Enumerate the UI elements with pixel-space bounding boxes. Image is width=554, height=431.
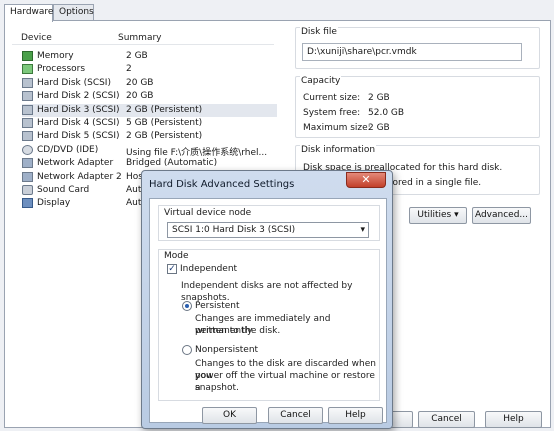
utilities-button[interactable]: Utilities ▾	[409, 207, 467, 224]
device-row[interactable]: Hard Disk 3 (SCSI) 2 GB (Persistent)	[22, 103, 277, 117]
device-name: Memory	[37, 51, 74, 61]
memory-icon	[22, 51, 33, 61]
tab-label: Hardware	[10, 7, 54, 17]
disk-file-field[interactable]: D:\xuniji\share\pcr.vmdk	[302, 43, 522, 61]
summary-column-header[interactable]: Summary	[118, 33, 162, 43]
help-button[interactable]: Help	[328, 407, 383, 424]
device-summary: 2 GB (Persistent)	[126, 104, 203, 115]
ok-button[interactable]: OK	[202, 407, 257, 424]
close-icon[interactable]: ✕	[346, 172, 386, 188]
device-name: Hard Disk 2 (SCSI)	[37, 91, 120, 102]
nonpersistent-label[interactable]: Nonpersistent	[195, 345, 258, 355]
device-name: Hard Disk 4 (SCSI)	[37, 118, 120, 128]
device-row[interactable]: Network Adapter Bridged (Automatic)	[22, 157, 277, 170]
virtual-device-node-group: Virtual device node SCSI 1:0 Hard Disk 3…	[158, 205, 380, 241]
device-row[interactable]: Hard Disk 5 (SCSI) 2 GB (Persistent)	[22, 130, 277, 143]
group-title: Capacity	[300, 76, 342, 86]
current-size-value: 2 GB	[368, 93, 390, 103]
device-row[interactable]: Hard Disk 4 (SCSI) 5 GB (Persistent)	[22, 117, 277, 130]
sound-card-icon	[22, 185, 33, 195]
tab-options[interactable]: Options	[53, 4, 94, 21]
persistent-description-2: written to the disk.	[195, 326, 281, 336]
device-summary: 20 GB	[126, 91, 154, 102]
group-title: Virtual device node	[164, 208, 252, 218]
device-name: Hard Disk 3 (SCSI)	[37, 104, 120, 115]
cancel-button[interactable]: Cancel	[268, 407, 323, 424]
device-summary: 2	[126, 64, 132, 75]
virtual-device-node-select[interactable]: SCSI 1:0 Hard Disk 3 (SCSI) ▾	[167, 222, 369, 238]
persistent-radio[interactable]	[182, 301, 192, 311]
device-name: Hard Disk (SCSI)	[37, 77, 111, 88]
maximum-size-label: Maximum size:	[303, 123, 371, 133]
utilities-label: Utilities	[417, 210, 452, 220]
maximum-size-value: 2 GB	[368, 123, 390, 133]
mode-group: Mode ✓ Independent Independent disks are…	[158, 249, 380, 401]
independent-checkbox[interactable]: ✓	[167, 264, 177, 274]
nonpersistent-radio[interactable]	[182, 345, 192, 355]
device-name: Hard Disk 5 (SCSI)	[37, 131, 120, 142]
device-summary: Bridged (Automatic)	[126, 158, 218, 169]
group-title: Disk file	[300, 27, 338, 37]
device-row[interactable]: Memory 2 GB	[22, 50, 277, 63]
hard-disk-icon	[22, 91, 33, 102]
dialog-body: Virtual device node SCSI 1:0 Hard Disk 3…	[149, 198, 387, 424]
tab-label: Options	[59, 7, 94, 17]
device-summary: 20 GB	[126, 77, 154, 88]
advanced-button[interactable]: Advanced...	[472, 207, 531, 224]
system-free-label: System free:	[303, 108, 361, 118]
disk-file-group: Disk file D:\xuniji\share\pcr.vmdk	[295, 27, 540, 69]
network-adapter-icon	[22, 171, 33, 182]
disk-info-line-2: tored in a single file.	[389, 178, 482, 188]
device-row[interactable]: Hard Disk (SCSI) 20 GB	[22, 77, 277, 90]
device-summary: Using file F:\介质\操作系统\rhel...	[126, 147, 268, 158]
system-free-value: 52.0 GB	[368, 108, 405, 118]
device-name: CD/DVD (IDE)	[37, 144, 99, 155]
device-column-header[interactable]: Device	[21, 33, 52, 43]
device-name: Network Adapter 2	[37, 171, 122, 182]
network-adapter-icon	[22, 158, 33, 169]
cd-dvd-icon	[22, 144, 33, 155]
device-name: Processors	[37, 64, 86, 75]
header-divider	[12, 44, 274, 45]
capacity-group: Capacity Current size: 2 GB System free:…	[295, 76, 540, 138]
hard-disk-icon	[22, 104, 33, 115]
device-row[interactable]: Processors 2	[22, 63, 277, 76]
dropdown-arrow-icon: ▾	[454, 210, 459, 220]
hard-disk-icon	[22, 131, 33, 142]
device-name: Display	[37, 198, 71, 209]
hard-disk-advanced-settings-dialog: Hard Disk Advanced Settings ✕ Virtual de…	[141, 170, 393, 429]
device-name: Network Adapter	[37, 158, 114, 169]
selected-value: SCSI 1:0 Hard Disk 3 (SCSI)	[172, 225, 296, 235]
group-title: Disk information	[300, 145, 377, 155]
independent-label[interactable]: Independent	[180, 264, 237, 274]
device-summary: 2 GB	[126, 51, 148, 61]
nonpersistent-description-3: snapshot.	[195, 383, 239, 393]
display-icon	[22, 198, 33, 209]
device-name: Sound Card	[37, 185, 90, 195]
current-size-label: Current size:	[303, 93, 361, 103]
hard-disk-icon	[22, 77, 33, 88]
device-row[interactable]: CD/DVD (IDE) Using file F:\介质\操作系统\rhel..…	[22, 144, 277, 158]
cancel-button[interactable]: Cancel	[418, 411, 475, 428]
chevron-down-icon: ▾	[360, 225, 365, 235]
device-row[interactable]: Hard Disk 2 (SCSI) 20 GB	[22, 90, 277, 103]
group-title: Mode	[164, 251, 189, 261]
tab-hardware[interactable]: Hardware	[4, 4, 53, 22]
device-summary: 2 GB (Persistent)	[126, 131, 203, 142]
persistent-label[interactable]: Persistent	[195, 301, 240, 311]
device-summary: 5 GB (Persistent)	[126, 118, 203, 128]
help-button[interactable]: Help	[485, 411, 542, 428]
processor-icon	[22, 64, 33, 75]
hard-disk-icon	[22, 118, 33, 128]
dialog-title: Hard Disk Advanced Settings	[149, 179, 295, 190]
